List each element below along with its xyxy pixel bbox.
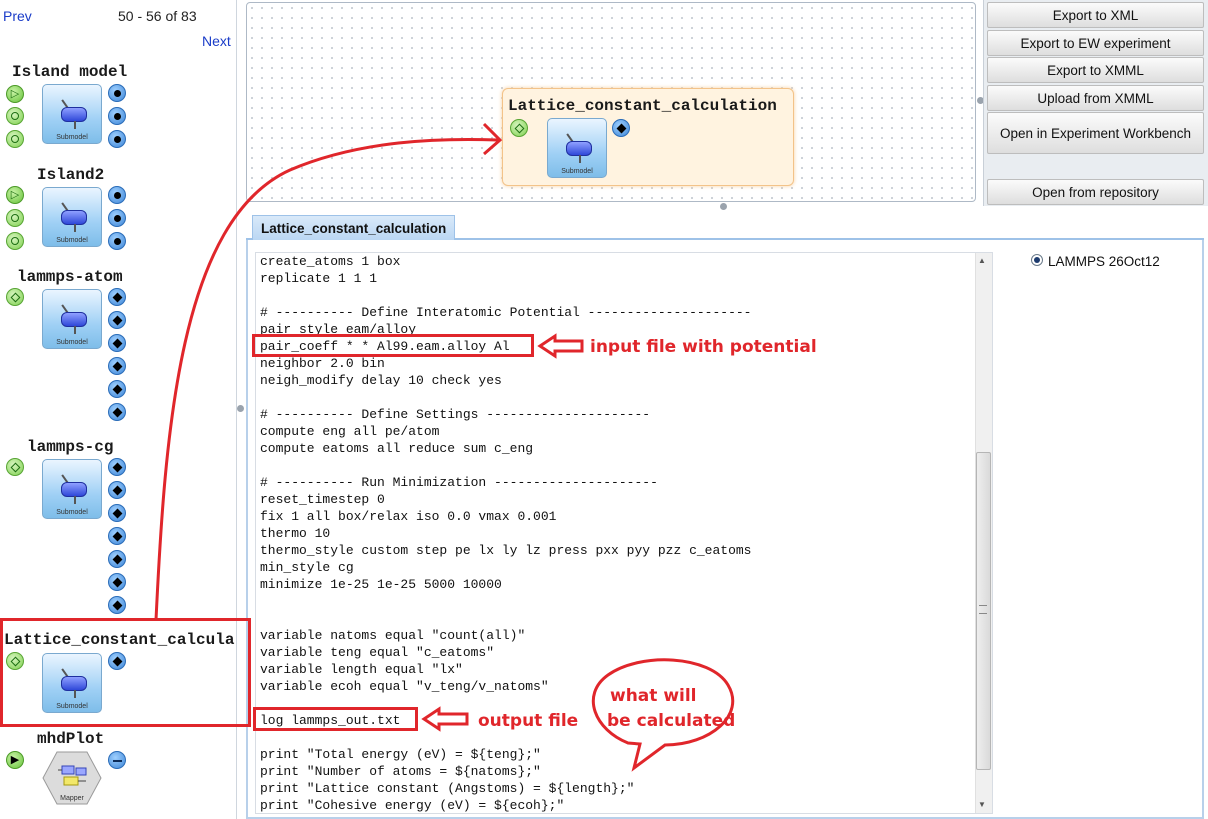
calc-annotation-line1: what will	[610, 686, 697, 706]
annotation-overlay	[154, 122, 735, 772]
connector-arrow	[154, 137, 499, 621]
left-arrow-icon	[537, 333, 584, 359]
calc-annotation-line2: be calculated	[607, 711, 736, 731]
output-file-annotation: output file	[478, 711, 579, 731]
input-file-annotation: input file with potential	[590, 337, 817, 357]
left-arrow-icon	[421, 706, 469, 732]
